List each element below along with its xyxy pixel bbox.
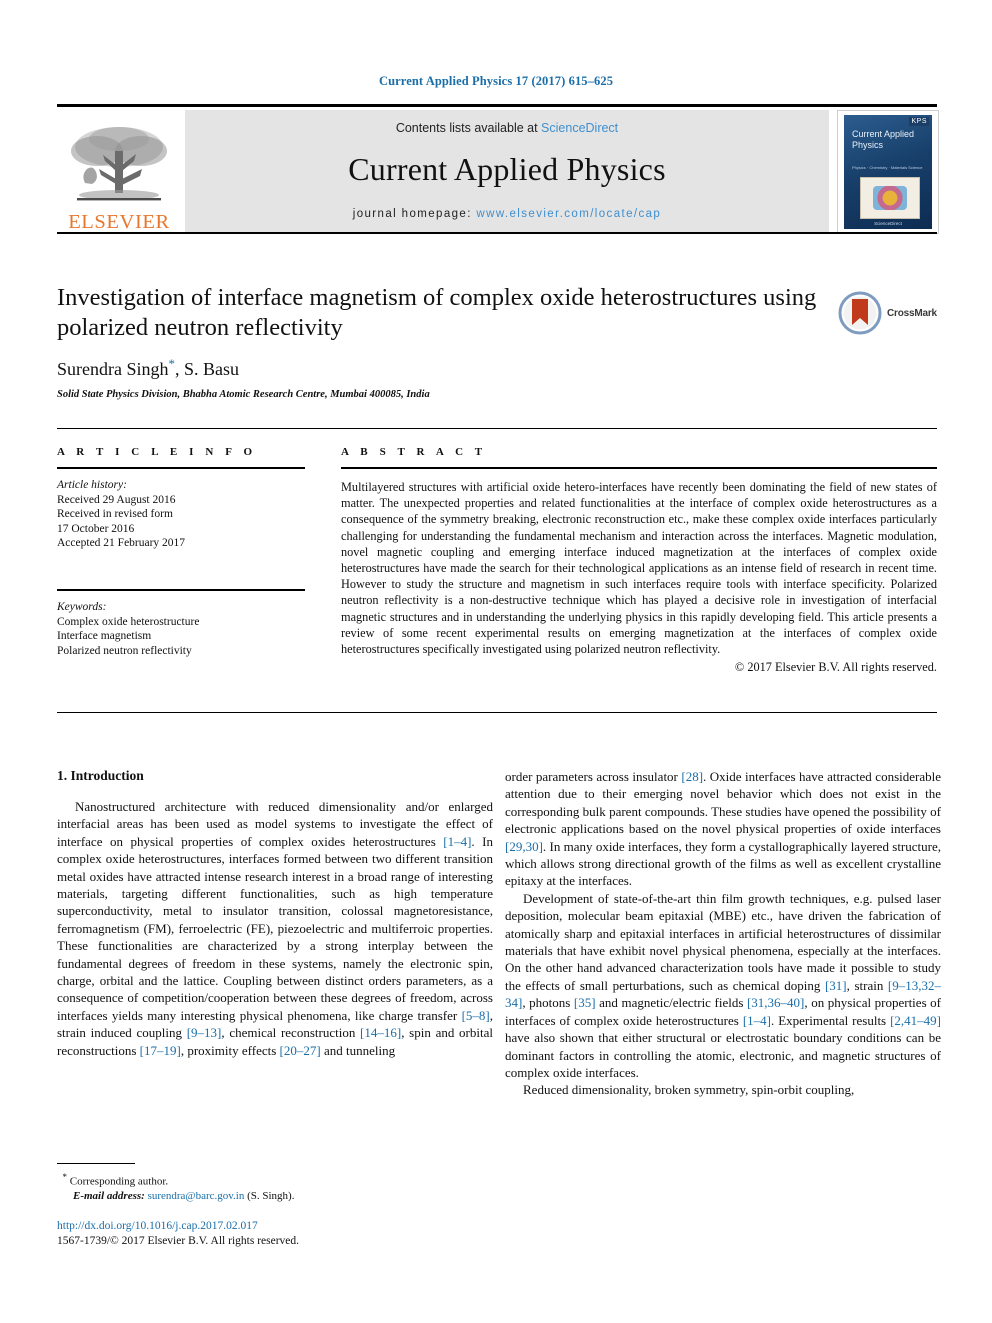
journal-masthead: ELSEVIER Contents lists available at Sci…: [57, 104, 939, 234]
masthead-bottom-rule: [57, 232, 937, 234]
body-column-left: 1. Introduction Nanostructured architect…: [57, 768, 493, 1059]
right-paragraph-3: Reduced dimensionality, broken symmetry,…: [523, 1082, 855, 1098]
right2-text-d: and magnetic/electric fields: [595, 995, 747, 1011]
right-text-c: . In many oxide interfaces, they form a …: [505, 838, 941, 889]
homepage-prefix: journal homepage:: [352, 208, 477, 220]
email-link[interactable]: surendra@barc.gov.in: [148, 1190, 245, 1202]
right-text-a: order parameters across insulator: [505, 769, 682, 784]
sciencedirect-link[interactable]: ScienceDirect: [541, 121, 618, 135]
author-primary: Surendra Singh: [57, 359, 169, 379]
article-history-received: Received 29 August 2016: [57, 493, 176, 506]
right2-text-f: . Experimental results: [770, 1012, 891, 1028]
masthead-top-rule: [57, 104, 937, 107]
crossmark-icon: [838, 291, 882, 335]
running-head: Current Applied Physics 17 (2017) 615–62…: [378, 74, 614, 88]
info-top-rule: [57, 428, 937, 429]
right-paragraph-1: order parameters across insulator [28] . …: [505, 768, 941, 890]
cover-figure-detail: [873, 186, 907, 210]
right2-text-b: , strain: [846, 977, 888, 993]
article-info-rule: [57, 467, 305, 469]
elsevier-wordmark: ELSEVIER: [68, 210, 170, 233]
journal-cover-thumbnail: KPS Current Applied Physics Physics · Ch…: [837, 110, 939, 234]
affiliation: Solid State Physics Division, Bhabha Ato…: [57, 389, 430, 400]
article-info-heading: A R T I C L E I N F O: [57, 446, 257, 458]
keyword-item: Interface magnetism: [57, 630, 152, 643]
keyword-item: Polarized neutron reflectivity: [57, 644, 192, 657]
article-history-accepted: Accepted 21 February 2017: [57, 537, 186, 550]
citation-28[interactable]: [28]: [681, 769, 703, 784]
intro-text-a: Nanostructured architecture with reduced…: [57, 799, 493, 849]
article-history-label: Article history:: [57, 479, 127, 491]
citation-31[interactable]: [31]: [825, 978, 847, 993]
contents-prefix: Contents lists available at: [395, 121, 542, 135]
abstract-copyright: © 2017 Elsevier B.V. All rights reserved…: [734, 660, 937, 675]
keywords-label: Keywords:: [57, 600, 107, 613]
cover-journal-title: Current Applied Physics: [852, 129, 915, 150]
journal-homepage-link[interactable]: www.elsevier.com/locate/cap: [476, 208, 661, 220]
cover-footer-text: ScienceDirect: [874, 221, 902, 226]
cover-figure: [860, 177, 920, 219]
issn-copyright-line: 1567-1739/© 2017 Elsevier B.V. All right…: [57, 1234, 300, 1247]
citation-31-36-40[interactable]: [31,36–40]: [747, 995, 804, 1010]
email-owner: (S. Singh).: [247, 1189, 295, 1202]
citation-9-13[interactable]: [9–13]: [187, 1025, 222, 1040]
citation-35[interactable]: [35]: [574, 995, 596, 1010]
footnote-star: *: [62, 1172, 68, 1182]
title-block: Investigation of interface magnetism of …: [57, 283, 827, 400]
citation-17-19[interactable]: [17–19]: [140, 1043, 181, 1058]
elsevier-logo: ELSEVIER: [57, 110, 181, 232]
keyword-item: Complex oxide heterostructure: [57, 615, 200, 628]
corresponding-author-note: * Corresponding author.: [57, 1170, 493, 1189]
cover-art-background: KPS Current Applied Physics Physics · Ch…: [844, 115, 932, 229]
citation-14-16[interactable]: [14–16]: [360, 1025, 401, 1040]
masthead-center-band: Contents lists available at ScienceDirec…: [185, 110, 829, 232]
keywords-block: Keywords: Complex oxide heterostructure …: [57, 600, 305, 658]
right2-text-g: have also shown that either structural o…: [505, 1030, 941, 1080]
citation-1-4-b[interactable]: [1–4]: [743, 1013, 771, 1028]
journal-title: Current Applied Physics: [348, 151, 666, 187]
footer-block: http://dx.doi.org/10.1016/j.cap.2017.02.…: [57, 1219, 493, 1249]
author-secondary: , S. Basu: [175, 359, 240, 379]
intro-paragraph-left: Nanostructured architecture with reduced…: [57, 798, 493, 1059]
crossmark-badge[interactable]: CrossMark: [838, 287, 942, 339]
intro-text-d: , chemical reconstruction: [221, 1025, 361, 1041]
abstract-bottom-rule: [57, 712, 937, 713]
article-history-revised: Received in revised form: [57, 508, 173, 521]
abstract-text: Multilayered structures with artificial …: [341, 480, 937, 657]
body-column-right: order parameters across insulator [28] . …: [505, 768, 941, 1099]
paper-page: Current Applied Physics 17 (2017) 615–62…: [0, 0, 992, 1323]
right-paragraph-2: Development of state-of-the-art thin fil…: [505, 890, 941, 1081]
intro-text-b: . In complex oxide heterostructures, int…: [57, 833, 493, 1023]
page-title: Investigation of interface magnetism of …: [57, 284, 817, 341]
abstract-heading: A B S T R A C T: [341, 446, 487, 458]
corresponding-author-text: Corresponding author.: [69, 1175, 169, 1188]
elsevier-tree-icon: [71, 126, 167, 200]
article-history: Article history: Received 29 August 2016…: [57, 478, 305, 551]
footnote-block: * Corresponding author. E-mail address: …: [57, 1163, 493, 1203]
cover-journal-subtitle: Physics · Chemistry · Materials Science: [852, 165, 923, 170]
footnote-rule: [57, 1163, 135, 1164]
citation-1-4[interactable]: [1–4]: [443, 834, 471, 849]
contents-available-line: Contents lists available at ScienceDirec…: [185, 121, 829, 135]
keywords-rule: [57, 588, 305, 591]
article-info-column: A R T I C L E I N F O Article history: R…: [57, 446, 305, 658]
right2-text-c: , photons: [522, 995, 574, 1011]
citation-5-8[interactable]: [5–8]: [462, 1008, 490, 1023]
journal-homepage-line: journal homepage: www.elsevier.com/locat…: [185, 208, 829, 220]
citation-20-27[interactable]: [20–27]: [280, 1043, 321, 1058]
email-label: E-mail address:: [73, 1189, 145, 1202]
citation-29-30[interactable]: [29,30]: [505, 839, 543, 854]
cover-society-badge: KPS: [909, 117, 929, 126]
abstract-rule: [341, 467, 937, 469]
intro-text-g: and tunneling: [320, 1042, 396, 1058]
crossmark-label: CrossMark: [887, 307, 937, 319]
section-heading-introduction: 1. Introduction: [57, 768, 144, 783]
abstract-column: A B S T R A C T Multilayered structures …: [341, 446, 937, 675]
author-list: Surendra Singh*, S. Basu: [57, 356, 827, 380]
doi-link[interactable]: http://dx.doi.org/10.1016/j.cap.2017.02.…: [57, 1219, 493, 1234]
article-history-revised-date: 17 October 2016: [57, 522, 135, 535]
citation-2-41-49[interactable]: [2,41–49]: [890, 1013, 941, 1028]
intro-text-f: , proximity effects: [180, 1042, 280, 1058]
email-note: E-mail address: surendra@barc.gov.in (S.…: [57, 1189, 493, 1203]
